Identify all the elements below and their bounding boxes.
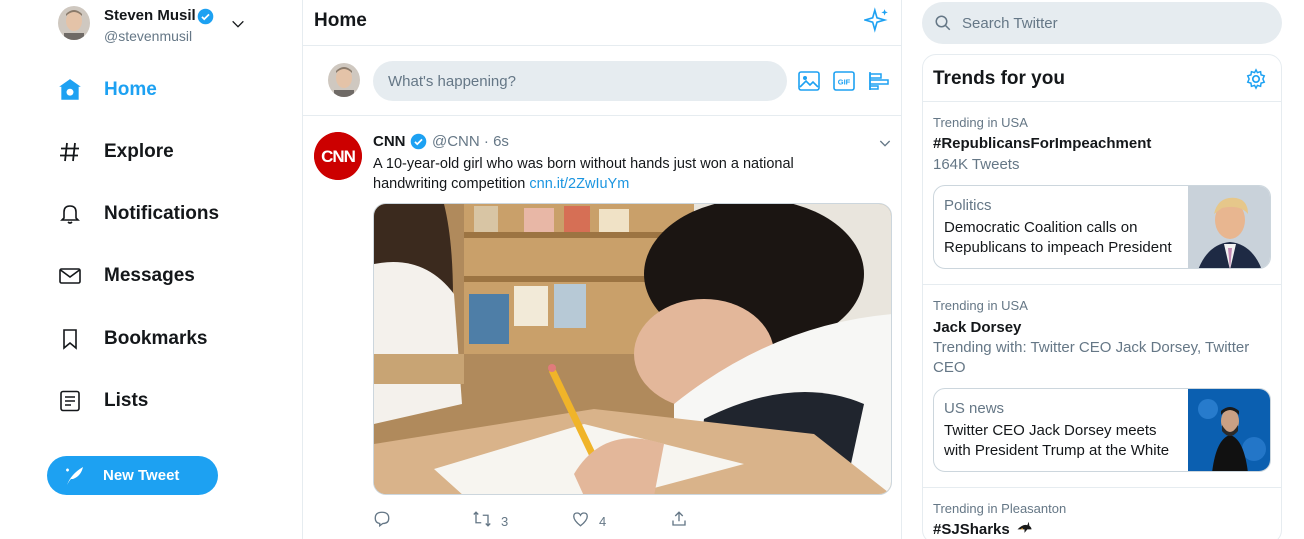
trend-name-text: #SJSharks [933, 521, 1010, 538]
chevron-down-icon[interactable] [877, 135, 893, 156]
trend-detail: Trending with: Twitter CEO Jack Dorsey, … [933, 339, 1250, 376]
avatar [328, 63, 360, 97]
nav-label: Explore [104, 141, 174, 162]
tweet-meta: @CNN · 6s [432, 133, 509, 150]
tweet-author-name[interactable]: CNN [373, 133, 406, 150]
trend-context: Trending in Pleasanton [933, 501, 1067, 516]
nav-messages[interactable]: Messages [56, 255, 256, 297]
trends-title: Trends for you [933, 68, 1065, 89]
bookmark-icon [56, 325, 84, 353]
account-handle: @stevenmusil [104, 28, 193, 44]
trend-name: #RepublicansForImpeachment [933, 135, 1152, 152]
avatar [58, 6, 90, 40]
like-button[interactable]: 4 [571, 510, 606, 533]
divider [923, 101, 1281, 102]
cnn-logo: CNN [314, 132, 362, 180]
nav-label: Notifications [104, 203, 220, 224]
divider [923, 284, 1281, 285]
account-switcher[interactable]: Steven Musil @stevenmusil [56, 2, 256, 46]
home-icon [56, 76, 84, 104]
news-headline: Democratic Coalition calls on Republican… [944, 219, 1172, 256]
divider [923, 487, 1281, 488]
new-tweet-button[interactable]: New Tweet [47, 456, 218, 495]
list-icon [56, 387, 84, 415]
tweet-link[interactable]: cnn.it/2ZwIuYm [529, 176, 629, 192]
news-category: Politics [944, 197, 992, 214]
trend-count: 164K Tweets [933, 156, 1020, 173]
nav-bookmarks[interactable]: Bookmarks [56, 318, 256, 360]
like-count: 4 [599, 514, 607, 529]
trend-context: Trending in USA [933, 115, 1028, 130]
nav-label: Messages [104, 265, 195, 286]
news-card[interactable]: US news Twitter CEO Jack Dorsey meets wi… [933, 388, 1271, 472]
page-title: Home [314, 10, 367, 31]
nav-label: Home [104, 79, 157, 100]
tweet-handle[interactable]: @CNN [432, 133, 480, 150]
news-card[interactable]: Politics Democratic Coalition calls on R… [933, 185, 1271, 269]
compose-box: GIF [303, 46, 901, 116]
verified-icon [410, 133, 427, 155]
envelope-icon [56, 262, 84, 290]
tweet-image[interactable] [373, 203, 892, 495]
tweet-actions: 3 4 [373, 510, 703, 530]
nav-label: Bookmarks [104, 328, 208, 349]
trend-name: #SJSharks [933, 521, 1033, 539]
bell-icon [56, 200, 84, 228]
share-button[interactable] [670, 510, 688, 533]
news-thumbnail [1188, 186, 1270, 268]
tweet-timestamp[interactable]: 6s [493, 133, 509, 150]
retweet-count: 3 [501, 514, 509, 529]
sparkle-icon[interactable] [862, 7, 890, 38]
nav-lists[interactable]: Lists [56, 380, 256, 422]
tweet-text: A 10-year-old girl who was born without … [373, 154, 843, 194]
trends-panel: Trends for you Trending in USA #Republic… [922, 54, 1282, 539]
image-icon[interactable] [797, 69, 821, 98]
nav-home[interactable]: Home [56, 69, 256, 111]
reply-icon [373, 510, 391, 533]
verified-icon [197, 8, 214, 30]
compose-input[interactable] [373, 61, 787, 101]
search-icon [934, 14, 952, 37]
left-sidebar: Steven Musil @stevenmusil Home Explore N… [0, 0, 302, 539]
chevron-down-icon [230, 16, 246, 37]
svg-text:GIF: GIF [838, 78, 851, 87]
tweet[interactable]: CNN CNN @CNN · 6s A 10-year-old girl who… [303, 117, 901, 539]
heart-icon [571, 510, 590, 533]
trend-name: Jack Dorsey [933, 319, 1022, 336]
hashtag-icon [56, 138, 84, 166]
account-name: Steven Musil [104, 7, 196, 24]
meta-separator: · [483, 133, 489, 150]
search-bar [922, 2, 1282, 44]
retweet-icon [472, 510, 492, 533]
gear-icon[interactable] [1245, 68, 1267, 95]
nav-explore[interactable]: Explore [56, 131, 256, 173]
nav-notifications[interactable]: Notifications [56, 193, 256, 235]
nav-label: Lists [104, 390, 149, 411]
retweet-button[interactable]: 3 [472, 510, 508, 533]
timeline-header: Home [303, 0, 901, 46]
logo-text: CNN [321, 147, 356, 166]
share-icon [670, 510, 688, 533]
news-thumbnail [1188, 389, 1270, 471]
main-timeline: Home GIF CNN [302, 0, 902, 539]
reply-button[interactable] [373, 510, 391, 533]
search-input[interactable] [962, 10, 1262, 36]
quill-icon [63, 464, 87, 491]
news-category: US news [944, 400, 1005, 417]
gif-icon[interactable]: GIF [832, 69, 856, 98]
right-sidebar: Trends for you Trending in USA #Republic… [902, 0, 1304, 539]
news-headline: Twitter CEO Jack Dorsey meets with Presi… [944, 422, 1170, 459]
trend-context: Trending in USA [933, 298, 1028, 313]
poll-icon[interactable] [867, 69, 891, 98]
new-tweet-label: New Tweet [103, 467, 180, 484]
shark-emoji-icon [1016, 521, 1033, 539]
